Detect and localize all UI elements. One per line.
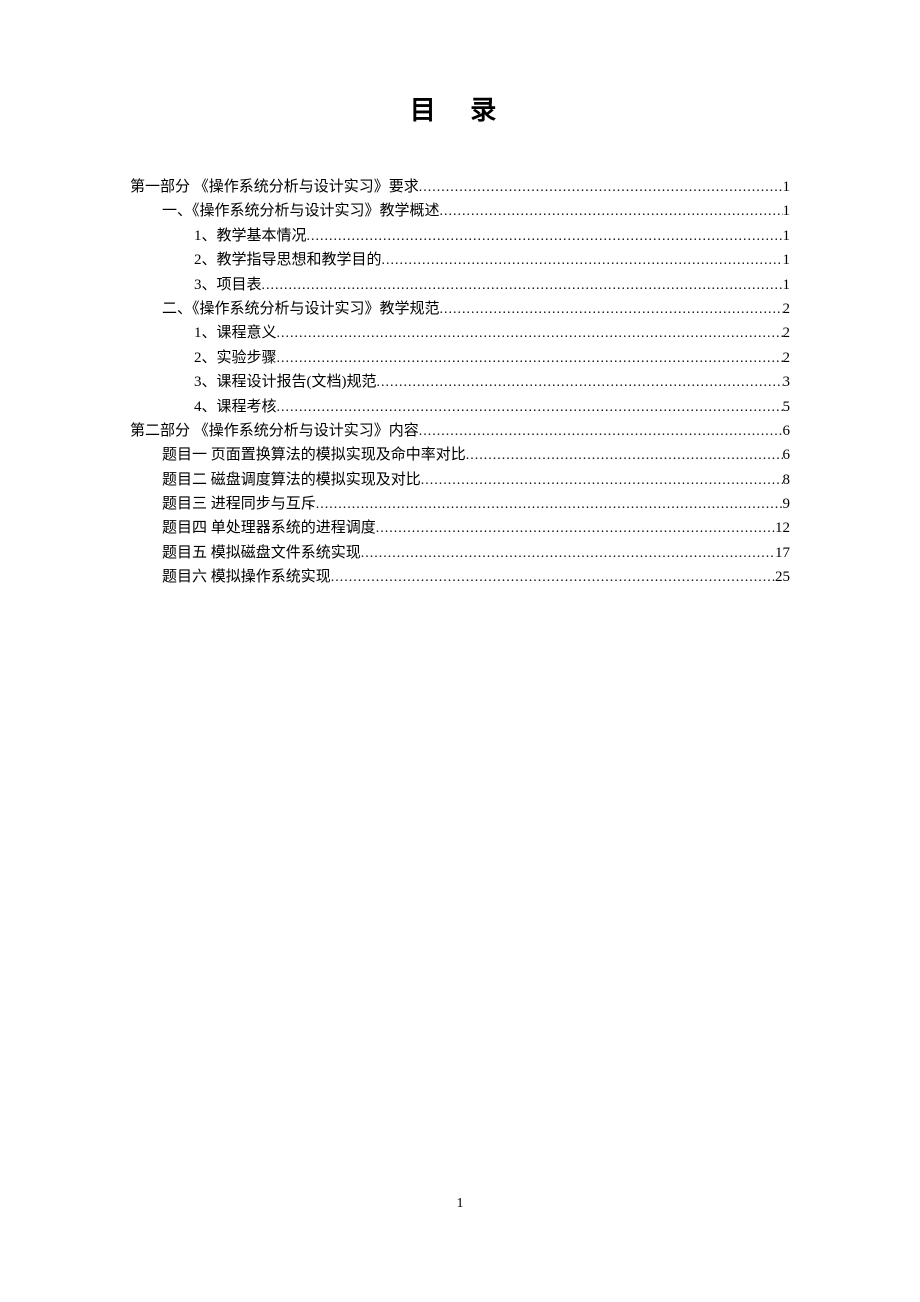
toc-dots xyxy=(277,323,783,345)
toc-entry: 二、《操作系统分析与设计实习》教学规范 2 xyxy=(130,297,790,321)
toc-dots xyxy=(307,226,783,248)
toc-entry: 3、课程设计报告(文档)规范 3 xyxy=(130,370,790,394)
toc-dots xyxy=(377,372,783,394)
toc-entry: 第一部分 《操作系统分析与设计实习》要求 1 xyxy=(130,175,790,199)
toc-entry: 题目六 模拟操作系统实现 25 xyxy=(130,565,790,589)
toc-entry-page: 25 xyxy=(775,565,790,589)
toc-entry-page: 3 xyxy=(783,370,791,394)
toc-entry-page: 1 xyxy=(783,175,791,199)
toc-entry-label: 二、《操作系统分析与设计实习》教学规范 xyxy=(162,297,440,321)
toc-entry-page: 17 xyxy=(775,541,790,565)
toc-entry-label: 第一部分 《操作系统分析与设计实习》要求 xyxy=(130,175,419,199)
toc-entry-page: 2 xyxy=(783,297,791,321)
toc-entry-page: 2 xyxy=(783,321,791,345)
toc-entry: 4、课程考核 5 xyxy=(130,395,790,419)
toc-entry-label: 题目一 页面置换算法的模拟实现及命中率对比 xyxy=(162,443,466,467)
toc-dots xyxy=(419,421,783,443)
page-number: 1 xyxy=(0,1196,920,1212)
toc-dots xyxy=(277,348,783,370)
toc-dots xyxy=(331,567,775,589)
toc-entry: 2、实验步骤 2 xyxy=(130,346,790,370)
toc-entry-page: 9 xyxy=(783,492,791,516)
toc-list: 第一部分 《操作系统分析与设计实习》要求 1一、《操作系统分析与设计实习》教学概… xyxy=(130,175,790,590)
toc-entry: 题目五 模拟磁盘文件系统实现 17 xyxy=(130,541,790,565)
toc-entry-page: 8 xyxy=(783,468,791,492)
toc-title: 目 录 xyxy=(130,90,790,127)
toc-dots xyxy=(316,494,783,516)
toc-dots xyxy=(466,445,783,467)
toc-dots xyxy=(361,543,775,565)
toc-dots xyxy=(376,518,775,540)
toc-entry-label: 题目二 磁盘调度算法的模拟实现及对比 xyxy=(162,468,421,492)
toc-entry-page: 6 xyxy=(783,419,791,443)
toc-entry-label: 题目五 模拟磁盘文件系统实现 xyxy=(162,541,361,565)
toc-entry-label: 3、课程设计报告(文档)规范 xyxy=(194,370,377,394)
toc-entry-label: 第二部分 《操作系统分析与设计实习》内容 xyxy=(130,419,419,443)
toc-entry-page: 6 xyxy=(783,443,791,467)
toc-entry-label: 4、课程考核 xyxy=(194,395,277,419)
toc-entry: 题目一 页面置换算法的模拟实现及命中率对比 6 xyxy=(130,443,790,467)
toc-entry: 1、课程意义 2 xyxy=(130,321,790,345)
toc-dots xyxy=(277,397,783,419)
toc-entry-page: 1 xyxy=(783,224,791,248)
toc-dots xyxy=(440,299,783,321)
toc-entry-label: 题目六 模拟操作系统实现 xyxy=(162,565,331,589)
toc-entry-page: 5 xyxy=(783,395,791,419)
toc-entry-label: 3、项目表 xyxy=(194,273,262,297)
toc-entry: 一、《操作系统分析与设计实习》教学概述 1 xyxy=(130,199,790,223)
toc-entry: 题目三 进程同步与互斥 9 xyxy=(130,492,790,516)
toc-entry-label: 2、实验步骤 xyxy=(194,346,277,370)
toc-entry: 题目四 单处理器系统的进程调度 12 xyxy=(130,516,790,540)
toc-entry-page: 1 xyxy=(783,199,791,223)
toc-entry-page: 2 xyxy=(783,346,791,370)
toc-entry-page: 1 xyxy=(783,273,791,297)
toc-entry: 1、教学基本情况 1 xyxy=(130,224,790,248)
toc-entry-label: 题目三 进程同步与互斥 xyxy=(162,492,316,516)
toc-entry-label: 2、教学指导思想和教学目的 xyxy=(194,248,382,272)
document-page: 目 录 第一部分 《操作系统分析与设计实习》要求 1一、《操作系统分析与设计实习… xyxy=(0,0,920,590)
toc-entry: 2、教学指导思想和教学目的 1 xyxy=(130,248,790,272)
toc-dots xyxy=(440,201,783,223)
toc-entry: 题目二 磁盘调度算法的模拟实现及对比 8 xyxy=(130,468,790,492)
toc-dots xyxy=(421,470,783,492)
toc-entry: 3、项目表 1 xyxy=(130,273,790,297)
toc-entry-label: 1、课程意义 xyxy=(194,321,277,345)
toc-dots xyxy=(382,250,783,272)
toc-entry-label: 题目四 单处理器系统的进程调度 xyxy=(162,516,376,540)
toc-entry: 第二部分 《操作系统分析与设计实习》内容 6 xyxy=(130,419,790,443)
toc-entry-page: 1 xyxy=(783,248,791,272)
toc-dots xyxy=(419,177,783,199)
toc-entry-label: 一、《操作系统分析与设计实习》教学概述 xyxy=(162,199,440,223)
toc-entry-page: 12 xyxy=(775,516,790,540)
toc-entry-label: 1、教学基本情况 xyxy=(194,224,307,248)
toc-dots xyxy=(262,275,783,297)
